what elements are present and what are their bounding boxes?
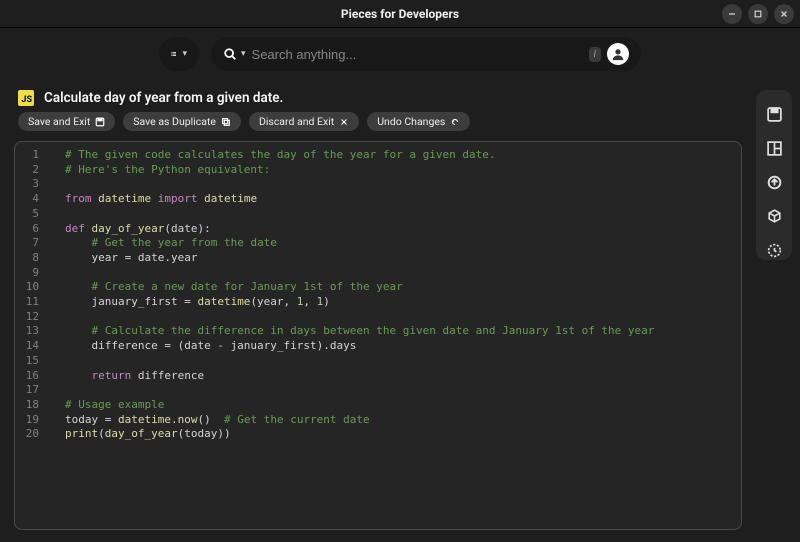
close-icon [779, 9, 789, 19]
chevron-down-icon: ▾ [241, 49, 246, 59]
close-button[interactable] [774, 4, 794, 24]
line-number: 13 [15, 324, 47, 339]
code-line[interactable]: # Get the year from the date [65, 236, 741, 251]
save-icon [766, 106, 783, 123]
line-number: 11 [15, 295, 47, 310]
line-number: 2 [15, 163, 47, 178]
package-button[interactable] [764, 206, 784, 226]
code-line[interactable]: january_first = datetime(year, 1, 1) [65, 295, 741, 310]
discard-icon [339, 117, 349, 127]
code-line[interactable]: return difference [65, 369, 741, 384]
code-line[interactable]: # Usage example [65, 398, 741, 413]
duplicate-icon [221, 117, 231, 127]
code-line[interactable] [65, 177, 741, 192]
action-chips: Save and Exit Save as Duplicate Discard … [14, 112, 742, 141]
line-number: 20 [15, 427, 47, 442]
code-line[interactable] [65, 266, 741, 281]
search-input[interactable] [252, 47, 583, 62]
minimize-button[interactable] [722, 4, 742, 24]
line-number: 16 [15, 369, 47, 384]
chip-label: Save as Duplicate [133, 115, 216, 128]
sync-button[interactable] [764, 240, 784, 260]
maximize-icon [753, 9, 763, 19]
chip-label: Save and Exit [28, 115, 90, 128]
chevron-down-icon: ▾ [182, 49, 187, 59]
code-line[interactable]: # Create a new date for January 1st of t… [65, 280, 741, 295]
save-and-exit-button[interactable]: Save and Exit [18, 112, 115, 131]
package-icon [766, 208, 783, 225]
snippet-header: JS Calculate day of year from a given da… [14, 80, 742, 112]
code-editor[interactable]: 1234567891011121314151617181920 # The gi… [14, 141, 742, 530]
chip-label: Undo Changes [377, 115, 445, 128]
line-gutter: 1234567891011121314151617181920 [15, 142, 47, 529]
code-line[interactable] [65, 310, 741, 325]
save-as-duplicate-button[interactable]: Save as Duplicate [123, 112, 241, 131]
line-number: 10 [15, 280, 47, 295]
app-title: Pieces for Developers [341, 7, 459, 21]
discard-and-exit-button[interactable]: Discard and Exit [249, 112, 359, 131]
code-line[interactable]: from datetime import datetime [65, 192, 741, 207]
code-line[interactable]: difference = (date - january_first).days [65, 339, 741, 354]
line-number: 7 [15, 236, 47, 251]
snippet-title: Calculate day of year from a given date. [44, 90, 283, 106]
line-number: 9 [15, 266, 47, 281]
search-bar[interactable]: ▾ i [211, 37, 641, 71]
code-line[interactable]: # Calculate the difference in days betwe… [65, 324, 741, 339]
line-number: 17 [15, 383, 47, 398]
code-line[interactable]: today = datetime.now() # Get the current… [65, 413, 741, 428]
undo-icon [450, 117, 460, 127]
layout-icon [766, 140, 783, 157]
list-view-button[interactable]: ▾ [159, 37, 199, 71]
line-number: 15 [15, 354, 47, 369]
undo-changes-button[interactable]: Undo Changes [367, 112, 470, 131]
line-number: 8 [15, 251, 47, 266]
code-line[interactable]: def day_of_year(date): [65, 222, 741, 237]
minimize-icon [727, 9, 737, 19]
code-line[interactable]: year = date.year [65, 251, 741, 266]
chip-label: Discard and Exit [259, 115, 334, 128]
line-number: 3 [15, 177, 47, 192]
code-line[interactable]: # The given code calculates the day of t… [65, 148, 741, 163]
sync-icon [766, 242, 783, 259]
line-number: 19 [15, 413, 47, 428]
topbar: ▾ ▾ i [0, 28, 800, 80]
list-icon [171, 47, 176, 61]
js-badge-icon: JS [18, 90, 34, 106]
account-button[interactable] [607, 43, 629, 65]
line-number: 12 [15, 310, 47, 325]
line-number: 18 [15, 398, 47, 413]
right-rail [756, 90, 792, 260]
share-icon [766, 174, 783, 191]
line-number: 4 [15, 192, 47, 207]
person-icon [611, 47, 625, 61]
window-controls [722, 4, 794, 24]
layout-button[interactable] [764, 138, 784, 158]
content-panel: JS Calculate day of year from a given da… [0, 80, 756, 542]
code-line[interactable] [65, 354, 741, 369]
search-mode-button[interactable]: ▾ [223, 47, 246, 61]
line-number: 14 [15, 339, 47, 354]
titlebar: Pieces for Developers [0, 0, 800, 28]
code-line[interactable]: print(day_of_year(today)) [65, 427, 741, 442]
search-icon [223, 47, 237, 61]
save-button[interactable] [764, 104, 784, 124]
line-number: 1 [15, 148, 47, 163]
code-line[interactable] [65, 383, 741, 398]
maximize-button[interactable] [748, 4, 768, 24]
line-number: 6 [15, 222, 47, 237]
code-line[interactable]: # Here's the Python equivalent: [65, 163, 741, 178]
save-icon [95, 117, 105, 127]
main-area: JS Calculate day of year from a given da… [0, 80, 800, 542]
line-number: 5 [15, 207, 47, 222]
share-button[interactable] [764, 172, 784, 192]
code-area[interactable]: # The given code calculates the day of t… [47, 142, 741, 529]
keyboard-hint: i [589, 47, 601, 62]
code-line[interactable] [65, 207, 741, 222]
